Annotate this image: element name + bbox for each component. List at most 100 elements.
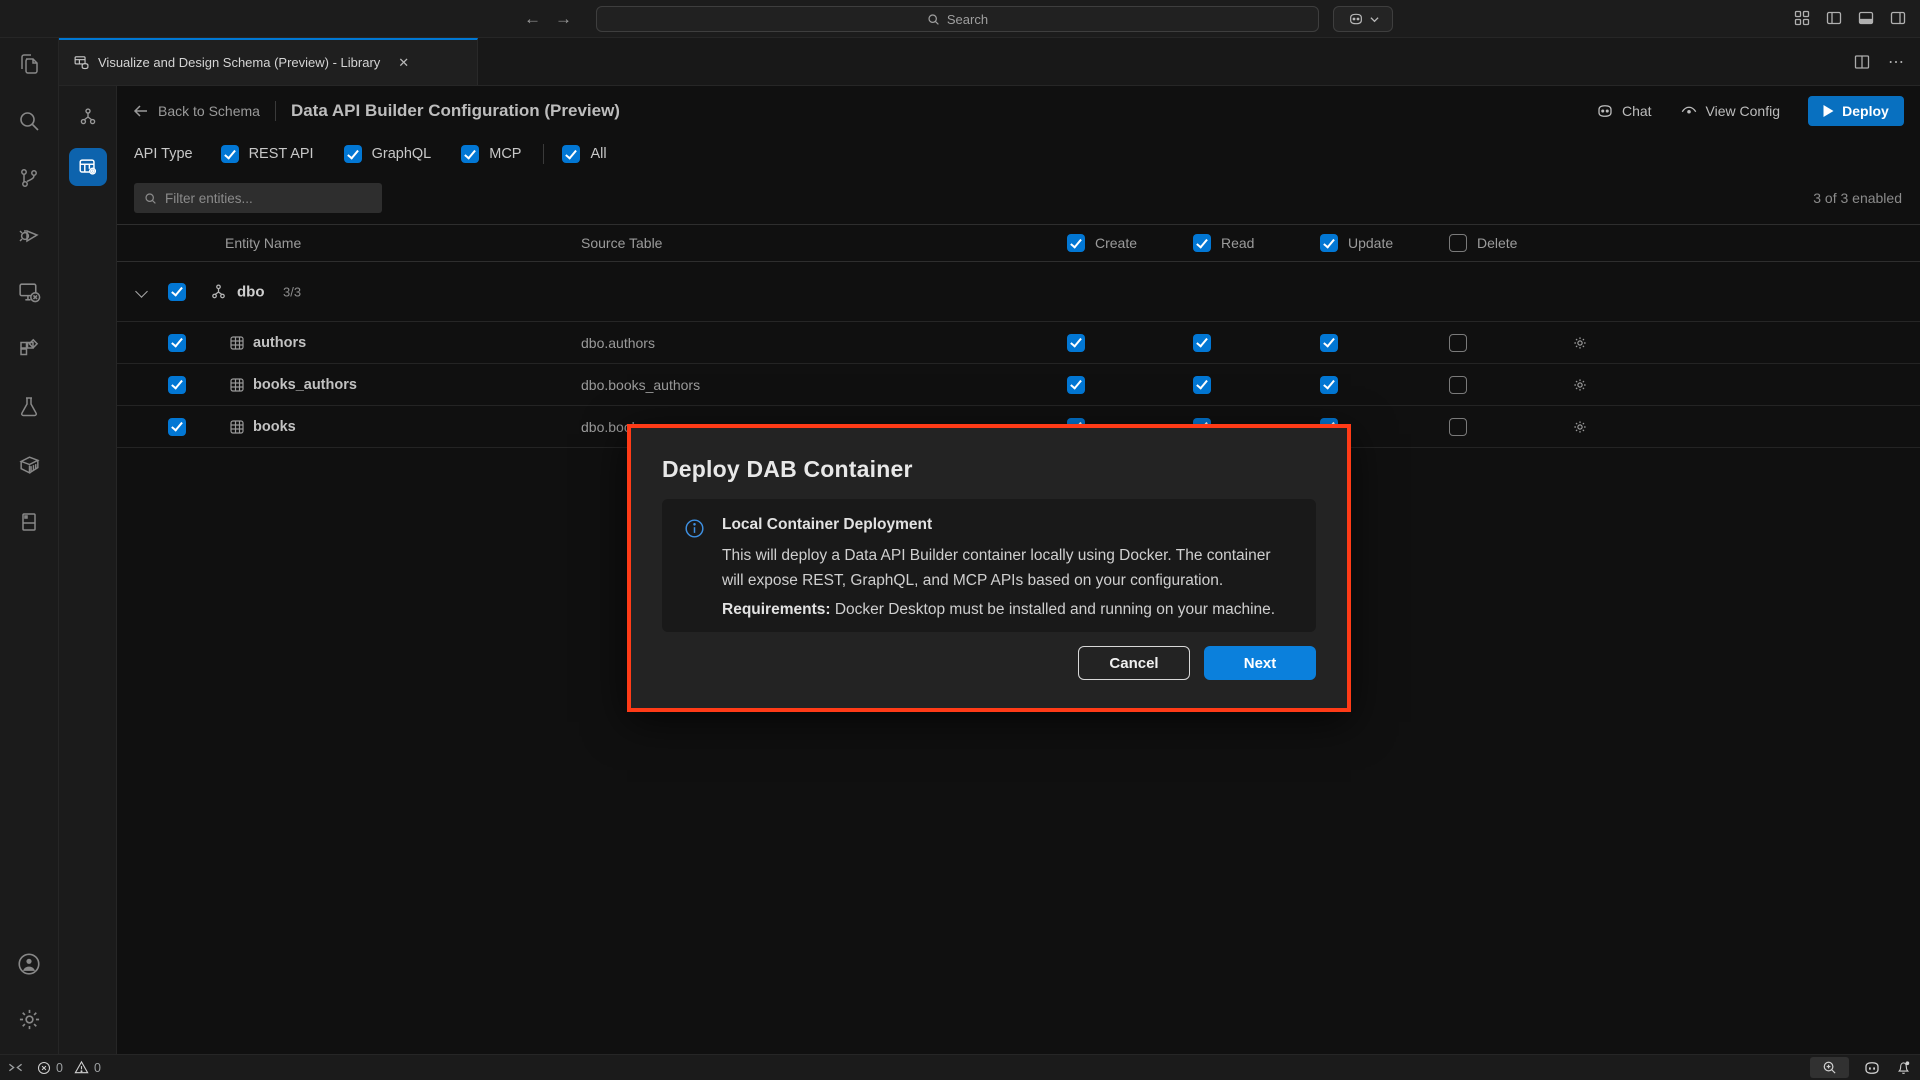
delete-checkbox[interactable] xyxy=(1449,418,1467,436)
container-package-icon[interactable] xyxy=(17,452,42,477)
deploy-label: Deploy xyxy=(1842,103,1889,119)
collapse-chevron-icon[interactable] xyxy=(135,285,148,298)
editor-tab-bar: Visualize and Design Schema (Preview) - … xyxy=(59,38,1920,86)
update-checkbox[interactable] xyxy=(1320,376,1338,394)
copilot-icon xyxy=(1596,102,1614,120)
filters-divider xyxy=(543,144,544,164)
toggle-primary-sidebar-icon[interactable] xyxy=(1826,10,1842,26)
nav-back-button[interactable]: ← xyxy=(524,7,541,31)
row-settings-gear-icon[interactable] xyxy=(1572,335,1588,351)
group-count: 3/3 xyxy=(283,284,301,299)
command-search-input[interactable]: Search xyxy=(596,6,1319,32)
database-project-icon[interactable] xyxy=(17,510,41,534)
entity-name: books xyxy=(253,419,296,435)
deploy-button[interactable]: Deploy xyxy=(1808,96,1904,126)
account-icon[interactable] xyxy=(16,951,42,977)
mcp-checkbox[interactable] xyxy=(461,145,479,163)
designer-tool-strip xyxy=(59,86,117,1054)
cancel-button[interactable]: Cancel xyxy=(1078,646,1190,680)
chat-button[interactable]: Chat xyxy=(1596,102,1652,120)
tab-close-icon[interactable]: ✕ xyxy=(398,55,409,71)
toggle-panel-icon[interactable] xyxy=(1858,10,1874,26)
delete-checkbox[interactable] xyxy=(1449,334,1467,352)
filter-rest-api[interactable]: REST API xyxy=(221,145,314,163)
filter-entities-input[interactable]: Filter entities... xyxy=(134,183,382,213)
test-beaker-icon[interactable] xyxy=(17,395,41,419)
create-all-checkbox[interactable] xyxy=(1067,234,1085,252)
dab-config-view-icon[interactable] xyxy=(69,148,107,186)
search-icon xyxy=(144,192,157,205)
filter-all[interactable]: All xyxy=(562,145,606,163)
row-settings-gear-icon[interactable] xyxy=(1572,419,1588,435)
filter-graphql[interactable]: GraphQL xyxy=(344,145,432,163)
row-checkbox[interactable] xyxy=(168,376,186,394)
entity-table-header: Entity Name Source Table Create Read Upd… xyxy=(117,224,1920,262)
info-heading: Local Container Deployment xyxy=(722,516,1292,534)
source-control-icon[interactable] xyxy=(17,166,41,190)
read-all-checkbox[interactable] xyxy=(1193,234,1211,252)
header-divider xyxy=(275,101,276,121)
copilot-icon xyxy=(1348,11,1364,27)
back-to-schema-link[interactable]: Back to Schema xyxy=(133,103,260,119)
row-checkbox[interactable] xyxy=(168,418,186,436)
source-table: dbo.authors xyxy=(581,335,655,351)
graphql-checkbox[interactable] xyxy=(344,145,362,163)
filter-mcp[interactable]: MCP xyxy=(461,145,521,163)
copilot-status-icon[interactable] xyxy=(1863,1059,1881,1077)
nav-forward-button[interactable]: → xyxy=(555,7,572,31)
filter-placeholder: Filter entities... xyxy=(165,191,253,206)
update-checkbox[interactable] xyxy=(1320,334,1338,352)
search-view-icon[interactable] xyxy=(17,109,41,133)
status-bar: 0 0 xyxy=(0,1054,1920,1080)
info-body: This will deploy a Data API Builder cont… xyxy=(722,543,1292,593)
row-checkbox[interactable] xyxy=(168,334,186,352)
zoom-status-icon[interactable] xyxy=(1810,1057,1849,1078)
schema-group-row: dbo 3/3 xyxy=(117,262,1920,322)
delete-checkbox[interactable] xyxy=(1449,376,1467,394)
schema-diagram-view-icon[interactable] xyxy=(69,98,107,136)
notifications-bell-icon[interactable] xyxy=(1895,1059,1912,1076)
read-checkbox[interactable] xyxy=(1193,334,1211,352)
requirements-text: Docker Desktop must be installed and run… xyxy=(831,601,1276,618)
run-debug-icon[interactable] xyxy=(17,223,41,247)
chat-label: Chat xyxy=(1622,103,1652,119)
column-delete: Delete xyxy=(1449,234,1517,252)
dbo-group-checkbox[interactable] xyxy=(168,283,186,301)
back-to-schema-label: Back to Schema xyxy=(158,103,260,119)
next-button[interactable]: Next xyxy=(1204,646,1316,680)
all-checkbox[interactable] xyxy=(562,145,580,163)
deploy-dab-container-dialog: Deploy DAB Container Local Container Dep… xyxy=(627,424,1351,712)
info-icon xyxy=(684,518,705,632)
view-config-label: View Config xyxy=(1706,103,1780,119)
update-all-checkbox[interactable] xyxy=(1320,234,1338,252)
info-box: Local Container Deployment This will dep… xyxy=(662,499,1316,632)
explorer-icon[interactable] xyxy=(17,52,41,76)
play-icon xyxy=(1823,105,1834,117)
create-checkbox[interactable] xyxy=(1067,376,1085,394)
table-icon xyxy=(229,419,245,435)
remote-indicator[interactable] xyxy=(8,1060,23,1075)
rest-api-checkbox[interactable] xyxy=(221,145,239,163)
problems-indicator[interactable]: 0 0 xyxy=(37,1060,101,1075)
sql-server-connections-icon[interactable] xyxy=(17,280,42,305)
split-editor-icon[interactable] xyxy=(1854,54,1870,70)
source-table: dbo.books_authors xyxy=(581,377,700,393)
more-actions-icon[interactable]: ⋯ xyxy=(1888,52,1904,72)
mcp-label: MCP xyxy=(489,146,521,162)
delete-all-checkbox[interactable] xyxy=(1449,234,1467,252)
view-config-button[interactable]: View Config xyxy=(1680,102,1780,120)
settings-gear-icon[interactable] xyxy=(17,1007,42,1032)
copilot-menu-button[interactable] xyxy=(1333,6,1393,32)
rest-api-label: REST API xyxy=(249,146,314,162)
read-checkbox[interactable] xyxy=(1193,376,1211,394)
customize-layout-icon[interactable] xyxy=(1794,10,1810,26)
table-icon xyxy=(229,335,245,351)
create-checkbox[interactable] xyxy=(1067,334,1085,352)
dialog-title: Deploy DAB Container xyxy=(662,456,1316,483)
extensions-icon[interactable] xyxy=(17,338,41,362)
row-settings-gear-icon[interactable] xyxy=(1572,377,1588,393)
toggle-secondary-sidebar-icon[interactable] xyxy=(1890,10,1906,26)
tab-visualize-design-schema[interactable]: Visualize and Design Schema (Preview) - … xyxy=(59,38,478,85)
tab-label: Visualize and Design Schema (Preview) - … xyxy=(98,55,380,70)
title-bar: ← → Search xyxy=(0,0,1920,38)
